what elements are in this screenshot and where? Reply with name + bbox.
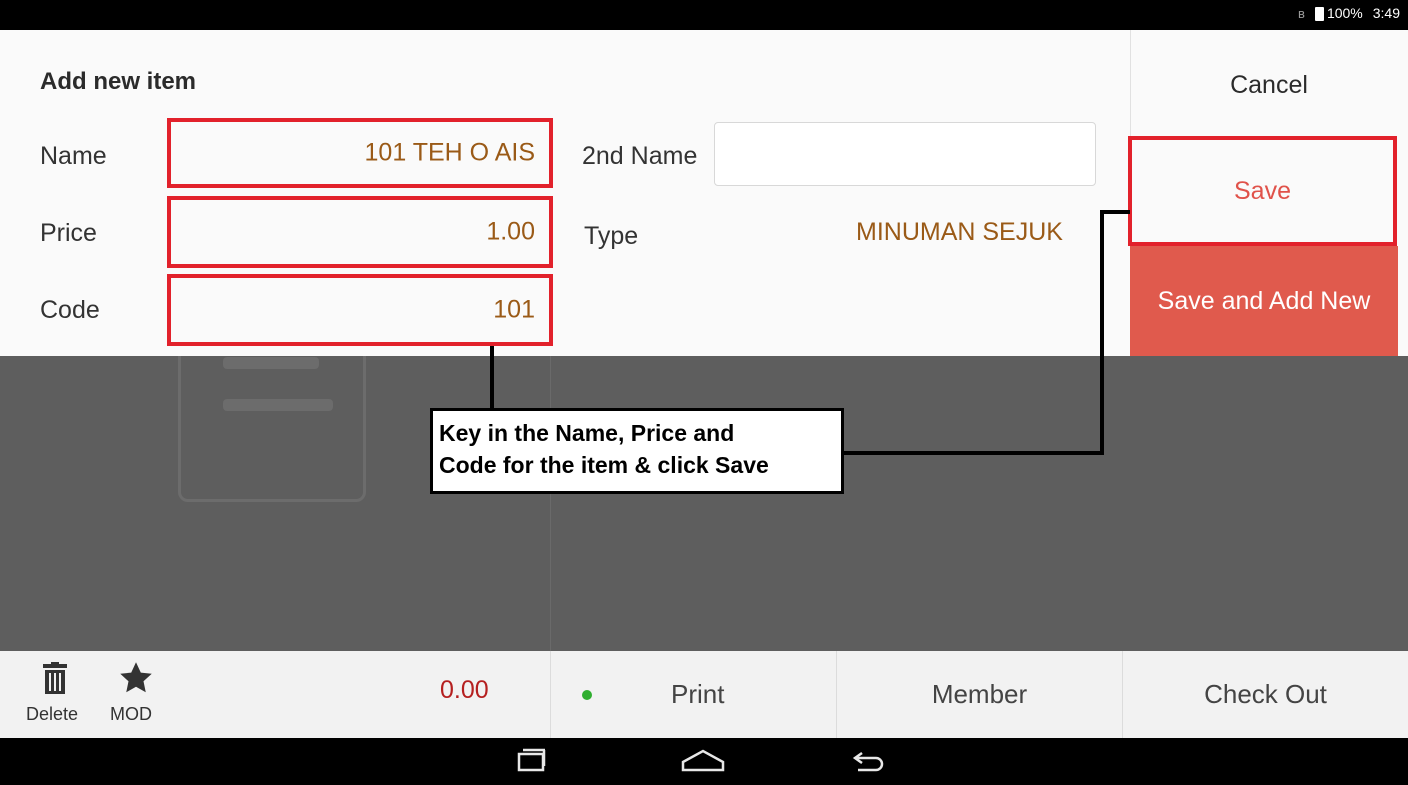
code-field[interactable]: 101 [167, 274, 553, 346]
price-label: Price [40, 219, 97, 247]
save-and-add-new-button[interactable]: Save and Add New [1130, 246, 1398, 356]
price-field[interactable]: 1.00 [167, 196, 553, 268]
recent-apps-icon[interactable] [515, 748, 547, 774]
delete-button[interactable]: Delete [26, 656, 98, 734]
battery-indicator: 100% [1314, 5, 1363, 22]
print-label: Print [671, 679, 725, 709]
battery-level: 100% [1326, 5, 1363, 21]
dialog-title: Add new item [40, 68, 197, 95]
mod-button[interactable]: MOD [104, 656, 170, 734]
home-icon[interactable] [680, 748, 726, 774]
name-value: 101 TEH O AIS [364, 138, 535, 167]
code-label: Code [40, 296, 100, 324]
order-total: 0.00 [440, 676, 489, 704]
callout-line-2: Code for the item & click Save [439, 452, 769, 478]
clock: 3:49 [1372, 5, 1400, 22]
battery-icon [1314, 7, 1324, 22]
annotation-connector [490, 346, 494, 410]
code-value: 101 [493, 295, 535, 324]
annotation-connector [1100, 210, 1130, 214]
cancel-label: Cancel [1230, 70, 1308, 99]
type-label: Type [584, 222, 639, 250]
check-out-label: Check Out [1204, 679, 1327, 709]
annotation-connector [844, 451, 1102, 455]
name-field[interactable]: 101 TEH O AIS [167, 118, 553, 188]
annotation-connector [1100, 210, 1104, 455]
status-indicators: ʙ 100% 3:49 [1298, 5, 1400, 22]
check-out-button[interactable]: Check Out [1123, 651, 1408, 738]
instruction-callout: Key in the Name, Price and Code for the … [430, 408, 844, 494]
callout-line-1: Key in the Name, Price and [439, 420, 735, 446]
background-divider [550, 356, 551, 651]
member-button[interactable]: Member [837, 651, 1122, 738]
star-icon [120, 662, 152, 693]
cancel-button[interactable]: Cancel [1130, 54, 1408, 116]
print-button[interactable]: Print [551, 651, 836, 738]
back-icon[interactable] [850, 748, 886, 774]
placeholder-line [223, 399, 333, 411]
save-and-add-new-label: Save and Add New [1157, 286, 1371, 315]
printer-status-dot [582, 690, 592, 700]
delete-label: Delete [26, 704, 79, 724]
trash-icon [43, 662, 67, 694]
placeholder-line [223, 357, 319, 369]
member-label: Member [931, 679, 1028, 709]
bluetooth-icon: ʙ [1298, 5, 1305, 21]
save-label: Save [1234, 176, 1291, 205]
second-name-input[interactable] [714, 122, 1096, 186]
mod-label: MOD [110, 704, 152, 724]
save-button[interactable]: Save [1128, 136, 1397, 246]
type-selector[interactable]: MINUMAN SEJUK [856, 218, 1063, 247]
name-label: Name [40, 142, 107, 170]
second-name-label: 2nd Name [582, 142, 698, 170]
price-value: 1.00 [486, 217, 535, 246]
empty-order-placeholder-icon [178, 340, 366, 502]
status-bar: ʙ 100% 3:49 [0, 0, 1408, 30]
navigation-bar [0, 738, 1408, 785]
